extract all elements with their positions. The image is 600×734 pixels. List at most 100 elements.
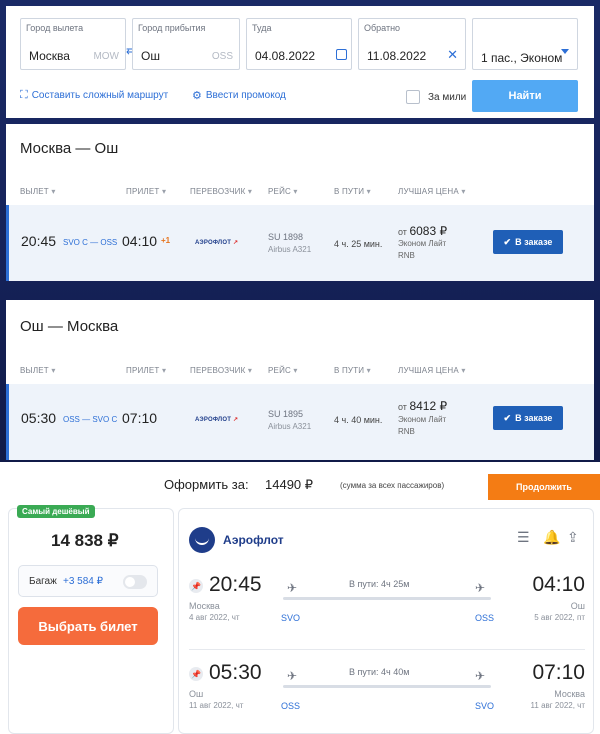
route-icon: ⛶ [20, 89, 28, 101]
cheapest-badge: Самый дешёвый [17, 505, 95, 518]
list-add-icon[interactable]: ☰ [517, 529, 530, 546]
return-date-field[interactable]: Обратно 11.08.2022 ✕ [358, 18, 466, 70]
share-icon[interactable]: ⇪ [567, 529, 579, 546]
col-header-best-price[interactable]: ЛУЧШАЯ ЦЕНА [398, 187, 466, 196]
segment-dep-code: OSS [281, 701, 301, 711]
search-panel: Город вылета Москва MOW ⇄ Город прибытия… [6, 6, 594, 118]
flight-row[interactable]: 20:45 SVO C — OSS 04:10 +1 АЭРОФЛОТ SU 1… [6, 205, 594, 281]
col-header-dep[interactable]: ВЫЛЕТ [20, 187, 56, 196]
aircraft-type: Airbus A321 [268, 422, 312, 431]
chevron-down-icon [561, 49, 569, 54]
baggage-label: Багаж [29, 576, 57, 587]
to-city-code: OSS [211, 51, 233, 62]
segment-arr-date: 11 авг 2022, чт [530, 701, 585, 710]
segment-dep-date: 4 авг 2022, чт [189, 613, 240, 622]
col-header-flight[interactable]: РЕЙС [268, 187, 298, 196]
col-header-arr[interactable]: ПРИЛЕТ [126, 366, 166, 375]
airline-name: Аэрофлот [223, 533, 284, 547]
route-title: Москва — Ош [20, 140, 119, 157]
from-city-field[interactable]: Город вылета Москва MOW [20, 18, 126, 70]
baggage-option[interactable]: Багаж +3 584 ₽ [18, 565, 158, 597]
promo-label: Ввести промокод [205, 90, 286, 101]
takeoff-icon: ✈ [287, 669, 298, 683]
checkout-sum: 14490 ₽ [265, 477, 314, 492]
to-city-label: Город прибытия [138, 23, 206, 33]
col-header-flight[interactable]: РЕЙС [268, 366, 298, 375]
col-header-arr[interactable]: ПРИЛЕТ [126, 187, 166, 196]
route-codes: SVO C — OSS [63, 238, 118, 247]
in-order-button[interactable]: ✔ В заказе [493, 406, 563, 430]
depart-date-field[interactable]: Туда 04.08.2022 [246, 18, 352, 70]
col-header-best-price[interactable]: ЛУЧШАЯ ЦЕНА [398, 366, 466, 375]
clear-icon[interactable]: ✕ [447, 47, 458, 63]
segment-dep-time: 05:30 [209, 661, 262, 684]
miles-label: За мили [428, 91, 467, 103]
in-order-button[interactable]: ✔ В заказе [493, 230, 563, 254]
flight-duration: 4 ч. 25 мин. [334, 239, 383, 249]
col-header-dep[interactable]: ВЫЛЕТ [20, 366, 56, 375]
from-city-value: Москва [29, 49, 70, 63]
fare-code: RNB [398, 251, 415, 260]
flight-number: SU 1898 [268, 232, 304, 242]
landing-icon: ✈ [475, 669, 486, 683]
pin-icon[interactable]: 📌 [189, 667, 203, 681]
passengers-value: 1 пас., Эконом [481, 51, 563, 65]
complex-route-link[interactable]: ⛶ Составить сложный маршрут [20, 89, 168, 102]
ticket-card: Самый дешёвый 14 838 ₽ Багаж +3 584 ₽ Вы… [0, 505, 600, 734]
segment-dep-date: 11 авг 2022, чт [189, 701, 244, 710]
miles-checkbox[interactable]: За мили [406, 90, 466, 104]
route-title: Ош — Москва [20, 318, 119, 335]
pin-icon[interactable]: 📌 [189, 579, 203, 593]
depart-date-label: Туда [252, 23, 272, 33]
continue-button[interactable]: Продолжить [488, 474, 600, 500]
ticket-price-panel: Самый дешёвый 14 838 ₽ Багаж +3 584 ₽ Вы… [8, 505, 174, 734]
dep-time: 05:30 [21, 410, 57, 426]
aircraft-type: Airbus A321 [268, 245, 312, 254]
complex-route-label: Составить сложный маршрут [31, 90, 169, 101]
aeroflot-logo-icon [189, 527, 215, 553]
segment-dep-time: 20:45 [209, 573, 262, 596]
baggage-toggle[interactable] [123, 575, 147, 589]
from-city-code: MOW [93, 51, 119, 62]
flight-row[interactable]: 05:30 OSS — SVO C 07:10 АЭРОФЛОТ SU 1895… [6, 384, 594, 460]
landing-icon: ✈ [475, 581, 486, 595]
fare-name: Эконом Лайт [398, 415, 447, 424]
to-city-field[interactable]: Город прибытия Ош OSS [132, 18, 240, 70]
search-results-screen: Город вылета Москва MOW ⇄ Город прибытия… [0, 0, 600, 462]
to-city-value: Ош [141, 49, 160, 63]
segment-dep-city: Москва [189, 601, 220, 611]
aeroflot-logo-icon: АЭРОФЛОТ [195, 239, 238, 246]
flight-number: SU 1895 [268, 409, 304, 419]
takeoff-icon: ✈ [287, 581, 298, 595]
aeroflot-logo-icon: АЭРОФЛОТ [195, 416, 238, 423]
dep-time: 20:45 [21, 233, 57, 249]
arr-time: 04:10 [122, 233, 158, 249]
fare-name: Эконом Лайт [398, 239, 447, 248]
flight-segment: 📌 05:30 ✈ В пути: 4ч 40м ✈ 07:10 Ош Моск… [189, 661, 585, 731]
segment-arr-date: 5 авг 2022, пт [534, 613, 585, 622]
select-ticket-button[interactable]: Выбрать билет [18, 607, 158, 645]
find-button[interactable]: Найти [472, 80, 578, 112]
miles-checkbox-box[interactable] [406, 90, 420, 104]
duration-line [283, 685, 491, 688]
segment-arr-time: 04:10 [532, 573, 585, 596]
bell-icon[interactable]: 🔔 [543, 529, 560, 546]
check-icon: ✔ [503, 236, 512, 247]
passengers-select[interactable]: 1 пас., Эконом [472, 18, 578, 70]
calendar-icon[interactable] [336, 49, 347, 60]
flight-segment: 📌 20:45 ✈ В пути: 4ч 25м ✈ 04:10 Москва … [189, 573, 585, 643]
from-city-label: Город вылета [26, 23, 84, 33]
col-header-duration[interactable]: В ПУТИ [334, 366, 371, 375]
flight-duration: 4 ч. 40 мин. [334, 415, 383, 425]
col-header-carrier[interactable]: ПЕРЕВОЗЧИК [190, 187, 252, 196]
segment-dep-city: Ош [189, 689, 204, 699]
col-header-carrier[interactable]: ПЕРЕВОЗЧИК [190, 366, 252, 375]
segment-arr-code: SVO [475, 701, 495, 711]
ticket-price: 14 838 ₽ [51, 531, 119, 550]
col-header-duration[interactable]: В ПУТИ [334, 187, 371, 196]
next-day-badge: +1 [161, 236, 171, 245]
ticket-details-panel: Аэрофлот ☰ 🔔 ⇪ 📌 20:45 ✈ В пути: 4ч 25м … [178, 508, 594, 734]
promo-link[interactable]: ⚙ Ввести промокод [192, 89, 286, 102]
return-date-label: Обратно [364, 23, 401, 33]
checkout-note: (сумма за всех пассажиров) [340, 481, 445, 490]
